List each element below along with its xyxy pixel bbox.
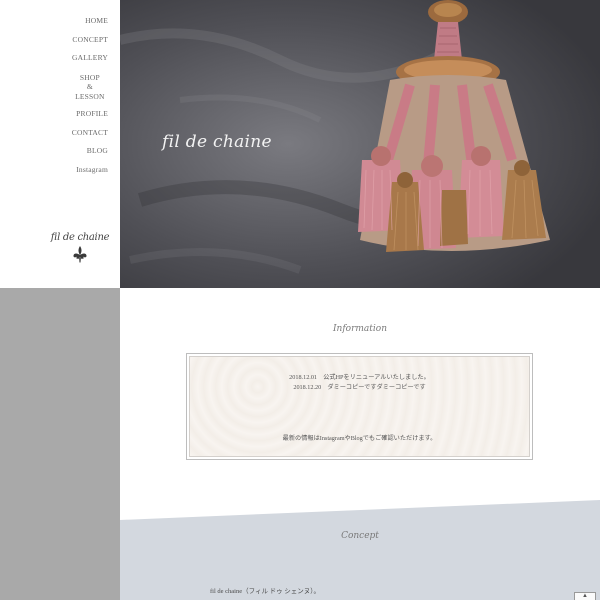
information-heading: Information — [332, 324, 387, 334]
sidebar-gray-panel — [0, 288, 120, 600]
nav-shop-label: SHOP — [79, 72, 100, 82]
nav-shop-lesson[interactable]: SHOP & LESSON — [72, 68, 108, 106]
news-item: 2018.12.01 公式HPをリニューアルいたしました。 — [289, 374, 430, 381]
nav-lesson-label: LESSON — [75, 91, 105, 101]
scroll-top-button[interactable]: ▲ — [574, 592, 596, 600]
nav-amp-label: & — [86, 82, 93, 91]
chevron-up-icon: ▲ — [582, 593, 588, 599]
concept-text: fil de chaine（フィル ドゥ シェンヌ）。 — [210, 588, 320, 595]
information-footer-note: 最新の情報はInstagramやBlogでもご確認いただけます。 — [190, 434, 529, 444]
information-box: 2018.12.01 公式HPをリニューアルいたしました。 2018.12.20… — [186, 353, 533, 460]
information-panel: 2018.12.01 公式HPをリニューアルいたしました。 2018.12.20… — [189, 356, 530, 457]
tassel-image — [358, 0, 550, 252]
main-content: Information 2018.12.01 公式HPをリニューアルいたしました… — [120, 288, 600, 600]
sidebar-logo[interactable]: fil de chaine — [50, 232, 110, 263]
hero-image: fil de chaine — [120, 0, 600, 288]
nav-profile[interactable]: PROFILE — [72, 105, 108, 124]
fleur-de-lis-icon — [73, 246, 87, 263]
nav-gallery[interactable]: GALLERY — [72, 49, 108, 68]
nav-home[interactable]: HOME — [72, 12, 108, 31]
nav-blog[interactable]: BLOG — [72, 142, 108, 161]
concept-heading: Concept — [341, 531, 379, 541]
sidebar: HOME CONCEPT GALLERY SHOP & LESSON PROFI… — [0, 0, 120, 288]
news-list: 2018.12.01 公式HPをリニューアルいたしました。 2018.12.20… — [190, 373, 529, 393]
concept-band — [120, 500, 600, 600]
nav-concept[interactable]: CONCEPT — [72, 31, 108, 50]
footer-note-text: 最新の情報はInstagramやBlogでもご確認いただけます。 — [282, 435, 437, 442]
nav-instagram[interactable]: Instagram — [72, 161, 108, 180]
news-item: 2018.12.20 ダミーコピーですダミーコピーです — [293, 384, 426, 391]
main-nav: HOME CONCEPT GALLERY SHOP & LESSON PROFI… — [72, 12, 108, 179]
nav-contact[interactable]: CONTACT — [72, 124, 108, 143]
hero-title: fil de chaine — [162, 132, 272, 152]
logo-text: fil de chaine — [50, 232, 110, 243]
